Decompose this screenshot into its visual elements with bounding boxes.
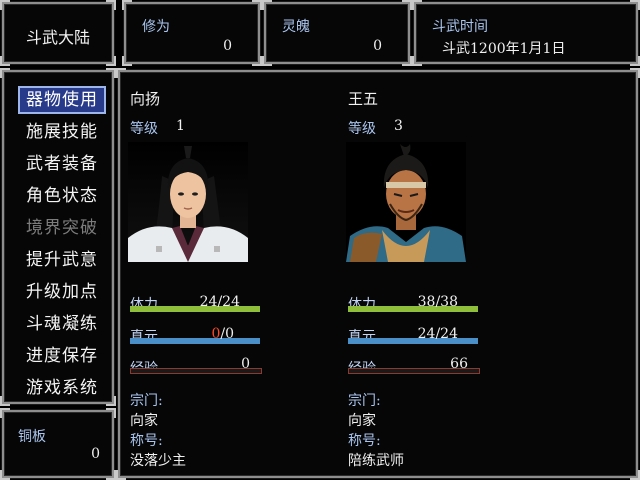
- money-label: 铜板: [18, 429, 46, 445]
- level-label: 等级: [130, 121, 158, 137]
- menu-item-equipment[interactable]: 武者装备: [18, 150, 106, 178]
- cultivation-panel: 修为 0: [122, 0, 262, 66]
- party-panel: 向扬 等级 1 体力 24/24 真元 0/0 0 宗门: 向家 称号: 没落少…: [116, 68, 640, 480]
- money-value: 0: [91, 446, 100, 462]
- soul-label: 灵魄: [282, 19, 310, 35]
- title-value: 陪练武师: [348, 453, 404, 469]
- title-label: 称号:: [130, 433, 163, 449]
- title-value: 没落少主: [130, 453, 186, 469]
- cultivation-label: 修为: [142, 19, 170, 35]
- level-value: 1: [176, 118, 185, 134]
- character-portrait-xiangyang: [128, 142, 248, 262]
- level-value: 3: [394, 118, 403, 134]
- title-label: 称号:: [348, 433, 381, 449]
- cultivation-value: 0: [223, 38, 232, 54]
- menu-item-save-progress[interactable]: 进度保存: [18, 342, 106, 370]
- menu-item-breakthrough[interactable]: 境界突破: [18, 214, 106, 242]
- menu-item-character-status[interactable]: 角色状态: [18, 182, 106, 210]
- menu-item-use-items[interactable]: 器物使用: [18, 86, 106, 114]
- mp-value: 0/0: [211, 326, 234, 342]
- game-time-label: 斗武时间: [432, 19, 488, 35]
- sect-value: 向家: [130, 413, 158, 429]
- character-name: 王五: [348, 90, 379, 108]
- soul-value: 0: [373, 38, 382, 54]
- world-title-panel: 斗武大陆: [0, 0, 116, 66]
- level-label: 等级: [348, 121, 376, 137]
- menu-item-cast-skills[interactable]: 施展技能: [18, 118, 106, 146]
- hp-value: 38/38: [417, 294, 458, 310]
- character-portrait-wangwu: [346, 142, 466, 262]
- exp-value: 0: [241, 356, 250, 372]
- mp-value: 24/24: [417, 326, 458, 342]
- menu-item-improve-intent[interactable]: 提升武意: [18, 246, 106, 274]
- game-time-value: 斗武1200年1月1日: [442, 41, 566, 57]
- menu-item-level-points[interactable]: 升级加点: [18, 278, 106, 306]
- main-menu: 器物使用 施展技能 武者装备 角色状态 境界突破 提升武意 升级加点 斗魂凝练 …: [0, 68, 116, 406]
- sect-label: 宗门:: [348, 393, 381, 409]
- money-panel: 铜板 0: [0, 408, 116, 480]
- hp-value: 24/24: [199, 294, 240, 310]
- menu-item-soul-refine[interactable]: 斗魂凝练: [18, 310, 106, 338]
- sect-label: 宗门:: [130, 393, 163, 409]
- menu-item-game-system[interactable]: 游戏系统: [18, 374, 106, 402]
- sect-value: 向家: [348, 413, 376, 429]
- soul-panel: 灵魄 0: [262, 0, 412, 66]
- game-time-panel: 斗武时间 斗武1200年1月1日: [412, 0, 640, 66]
- world-title: 斗武大陆: [25, 28, 90, 47]
- exp-value: 66: [450, 356, 468, 372]
- character-name: 向扬: [130, 90, 161, 108]
